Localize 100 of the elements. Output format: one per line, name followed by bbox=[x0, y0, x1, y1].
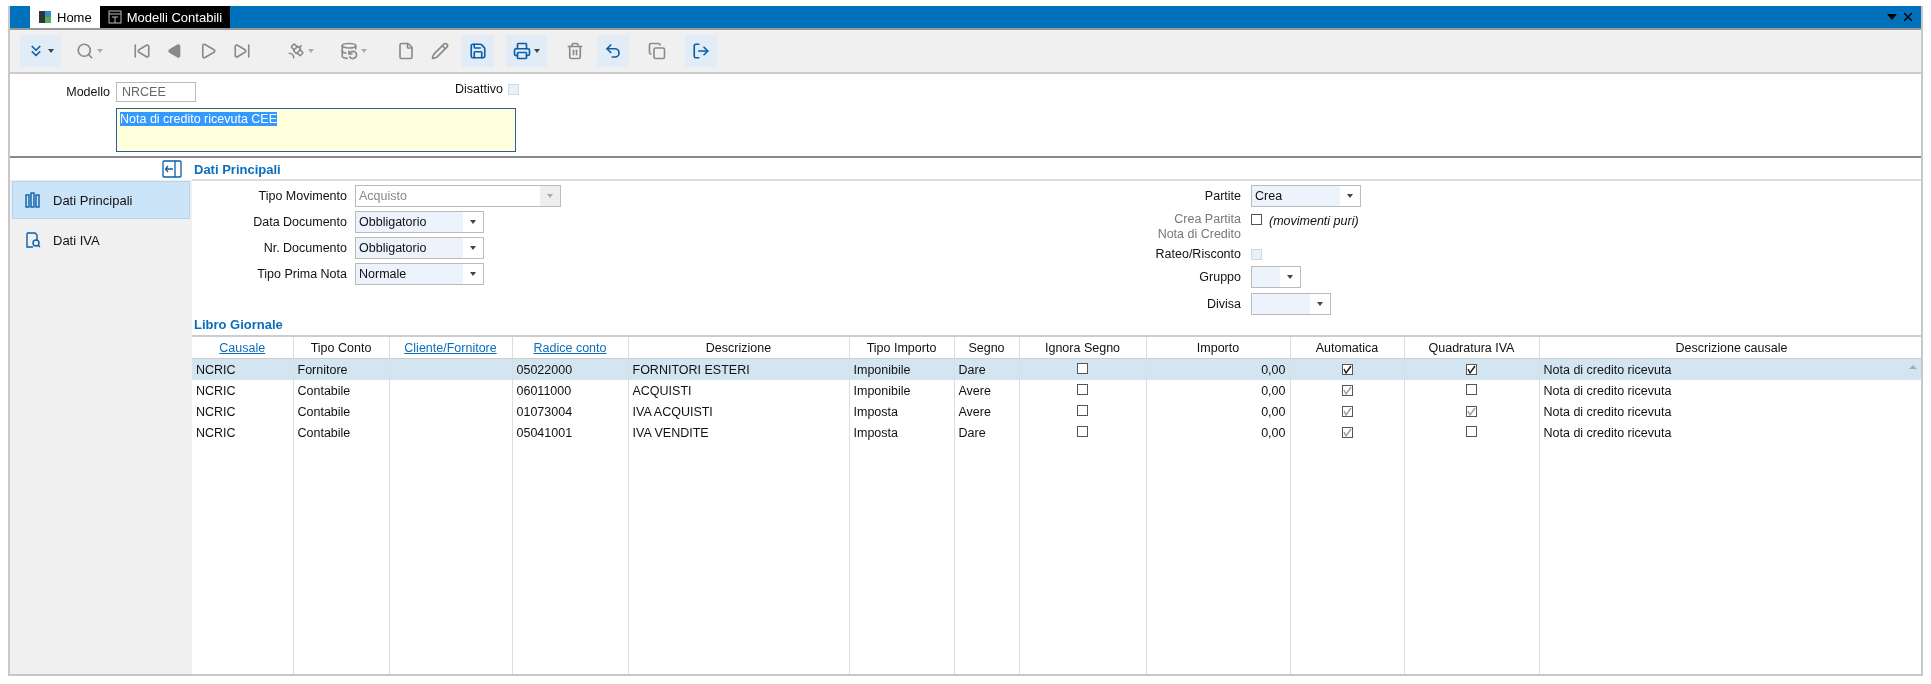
dropdown-field[interactable] bbox=[1251, 266, 1301, 288]
table-cell: NCRIC bbox=[196, 404, 236, 419]
search-icon bbox=[76, 42, 94, 60]
field-label: Nr. Documento bbox=[262, 241, 347, 255]
table-cell: 0,00 bbox=[1261, 425, 1286, 440]
caret-icon bbox=[470, 220, 476, 224]
table-cell: 05041001 bbox=[516, 425, 573, 440]
checkbox[interactable] bbox=[1466, 383, 1477, 395]
toolbar-button[interactable] bbox=[20, 35, 61, 67]
table-cell: Dare bbox=[958, 425, 986, 440]
column-header: Tipo Conto bbox=[310, 340, 372, 355]
caret-icon bbox=[470, 246, 476, 250]
column-header: Segno bbox=[968, 340, 1005, 355]
dropdown-field[interactable]: Normale bbox=[355, 263, 484, 285]
save-icon bbox=[469, 42, 487, 60]
checkbox[interactable] bbox=[1077, 362, 1088, 374]
table-cell: NCRIC bbox=[196, 383, 236, 398]
column-header-link[interactable]: Radice conto bbox=[533, 340, 607, 355]
code-field[interactable]: NRCEE bbox=[116, 82, 196, 102]
table-cell: FORNITORI ESTERI bbox=[632, 362, 750, 377]
skip-back-icon bbox=[133, 42, 151, 60]
table-cell: Dare bbox=[958, 362, 986, 377]
table-cell: 06011000 bbox=[516, 383, 572, 398]
sidebar-item[interactable]: Dati Principali bbox=[12, 181, 190, 219]
columns-icon bbox=[25, 192, 41, 208]
checkbox[interactable] bbox=[1077, 404, 1088, 416]
dropdown-field[interactable]: Obbligatorio bbox=[355, 211, 484, 233]
exit-icon bbox=[692, 42, 710, 60]
table-cell: Imposta bbox=[853, 404, 898, 419]
satellite-icon bbox=[287, 42, 305, 60]
pencil-icon bbox=[431, 42, 449, 60]
toolbar-button[interactable] bbox=[685, 35, 717, 67]
field-label: Rateo/Risconto bbox=[1154, 247, 1241, 261]
table-cell: 0,00 bbox=[1261, 362, 1286, 377]
checkbox[interactable] bbox=[1341, 426, 1353, 438]
toolbar-button[interactable] bbox=[506, 35, 547, 67]
printer-icon bbox=[513, 42, 531, 60]
field-label: Partite bbox=[1203, 189, 1241, 203]
table-cell: NCRIC bbox=[196, 362, 236, 377]
table-cell: IVA ACQUISTI bbox=[632, 404, 713, 419]
database-icon bbox=[340, 42, 358, 60]
play-icon bbox=[199, 42, 217, 60]
column-header-link[interactable]: Causale bbox=[219, 340, 266, 355]
table-cell: Avere bbox=[958, 383, 991, 398]
table-cell: Avere bbox=[958, 404, 991, 419]
dropdown-arrow-icon[interactable] bbox=[1887, 14, 1897, 20]
dropdown-field[interactable] bbox=[1251, 293, 1331, 315]
tab[interactable]: Modelli Contabili bbox=[99, 6, 231, 28]
checkbox[interactable] bbox=[1251, 214, 1262, 225]
checkbox[interactable] bbox=[1077, 383, 1088, 395]
table-cell: Nota di credito ricevuta bbox=[1543, 404, 1672, 419]
close-icon[interactable] bbox=[1901, 10, 1915, 24]
caret-icon bbox=[308, 49, 314, 53]
caret-icon bbox=[48, 49, 54, 53]
copy-icon bbox=[648, 42, 666, 60]
table-cell: Contabile bbox=[297, 404, 351, 419]
table-cell: Fornitore bbox=[297, 362, 348, 377]
collapse-panel-icon[interactable] bbox=[162, 160, 182, 178]
table-cell: 05022000 bbox=[516, 362, 573, 377]
dropdown-field[interactable]: Obbligatorio bbox=[355, 237, 484, 259]
checkbox[interactable] bbox=[1466, 425, 1477, 437]
tab[interactable]: Home bbox=[30, 6, 100, 28]
dropdown-field[interactable]: Crea bbox=[1251, 185, 1361, 207]
checkbox[interactable] bbox=[1466, 363, 1477, 375]
caret-icon bbox=[97, 49, 103, 53]
field-label: Divisa bbox=[1205, 297, 1241, 311]
table-cell: Contabile bbox=[297, 425, 351, 440]
field-label: Gruppo bbox=[1198, 270, 1241, 284]
field-label: Data Documento bbox=[252, 215, 347, 229]
table-cell: 0,00 bbox=[1261, 404, 1286, 419]
document-search-icon bbox=[25, 232, 41, 248]
section-title: Libro Giornale bbox=[193, 317, 284, 334]
checkbox[interactable] bbox=[1341, 405, 1353, 417]
caret-icon bbox=[534, 49, 540, 53]
file-icon bbox=[397, 42, 415, 60]
column-header-link[interactable]: Cliente/Fornitore bbox=[404, 340, 497, 355]
sidebar-item[interactable]: Dati IVA bbox=[12, 221, 190, 259]
checkbox[interactable] bbox=[1466, 405, 1477, 417]
hint-text: (movimenti puri) bbox=[1269, 214, 1359, 228]
field-label: Modello bbox=[65, 85, 110, 99]
caret-icon bbox=[1347, 194, 1353, 198]
caret-icon bbox=[547, 194, 553, 198]
column-header: Automatica bbox=[1315, 340, 1379, 355]
table-cell: Imponibile bbox=[853, 362, 911, 377]
field-label: Tipo Prima Nota bbox=[256, 267, 347, 281]
checkbox[interactable] bbox=[1341, 384, 1353, 396]
column-header: Quadratura IVA bbox=[1428, 340, 1515, 355]
field-label: Disattivo bbox=[455, 82, 503, 96]
form-icon bbox=[107, 10, 122, 24]
undo-icon bbox=[604, 42, 622, 60]
toolbar-button[interactable] bbox=[462, 35, 494, 67]
caret-icon bbox=[361, 49, 367, 53]
column-header: Descrizione causale bbox=[1675, 340, 1788, 355]
toolbar-button[interactable] bbox=[597, 35, 629, 67]
table-cell: 0,00 bbox=[1261, 383, 1286, 398]
column-header: Tipo Importo bbox=[866, 340, 937, 355]
checkbox[interactable] bbox=[1341, 363, 1353, 375]
table-cell: Contabile bbox=[297, 383, 351, 398]
checkbox[interactable] bbox=[1077, 425, 1088, 437]
field-label: Tipo Movimento bbox=[257, 189, 347, 203]
